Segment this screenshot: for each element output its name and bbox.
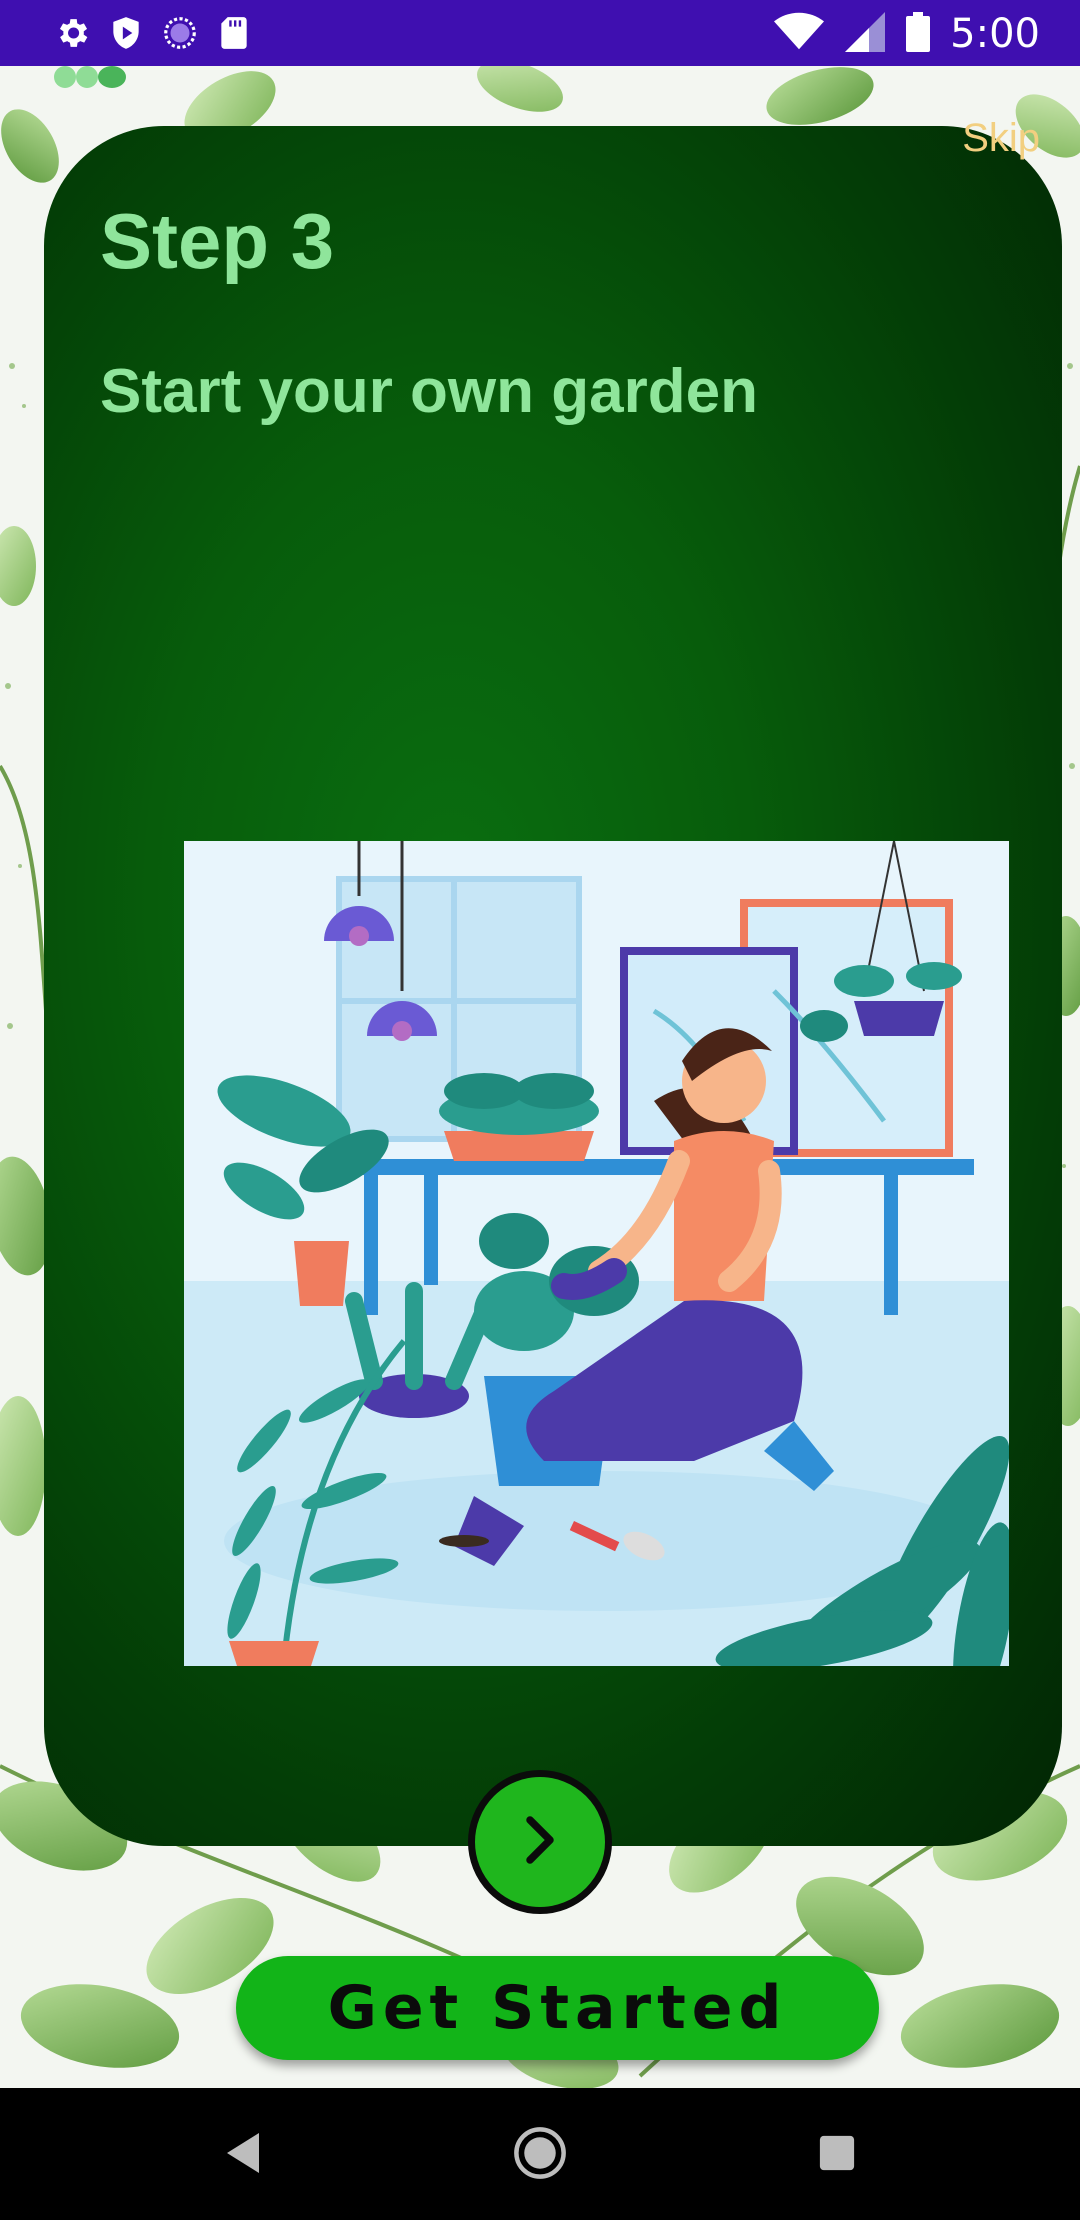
chevron-right-icon xyxy=(510,1810,570,1874)
back-icon xyxy=(223,2131,263,2179)
page-dot-active xyxy=(98,66,126,88)
wifi-icon xyxy=(774,12,825,56)
status-icons-left xyxy=(52,13,254,53)
recents-icon xyxy=(818,2134,856,2176)
skip-button[interactable]: Skip xyxy=(962,116,1040,161)
page-dot xyxy=(54,66,76,88)
get-started-button[interactable]: Get Started xyxy=(236,1956,879,2060)
battery-icon xyxy=(906,12,931,56)
woman-gardening-illustration xyxy=(184,841,1009,1666)
page-indicator xyxy=(54,66,126,88)
shield-play-icon xyxy=(106,13,146,53)
navigation-bar xyxy=(0,2088,1080,2220)
signal-icon xyxy=(844,12,886,56)
sd-card-icon xyxy=(214,13,254,53)
home-button[interactable] xyxy=(513,2126,567,2184)
settings-icon xyxy=(52,13,92,53)
home-icon xyxy=(513,2126,567,2184)
step-subtitle: Start your own garden xyxy=(100,357,758,426)
status-icons-right: 5:00 xyxy=(774,11,1040,57)
status-bar: 5:00 xyxy=(0,0,1080,66)
step-title: Step 3 xyxy=(100,197,335,285)
spinner-icon xyxy=(160,13,200,53)
status-time: 5:00 xyxy=(950,11,1040,57)
recents-button[interactable] xyxy=(810,2128,864,2182)
next-button[interactable] xyxy=(468,1770,612,1914)
back-button[interactable] xyxy=(216,2128,270,2182)
page-dot xyxy=(76,66,98,88)
